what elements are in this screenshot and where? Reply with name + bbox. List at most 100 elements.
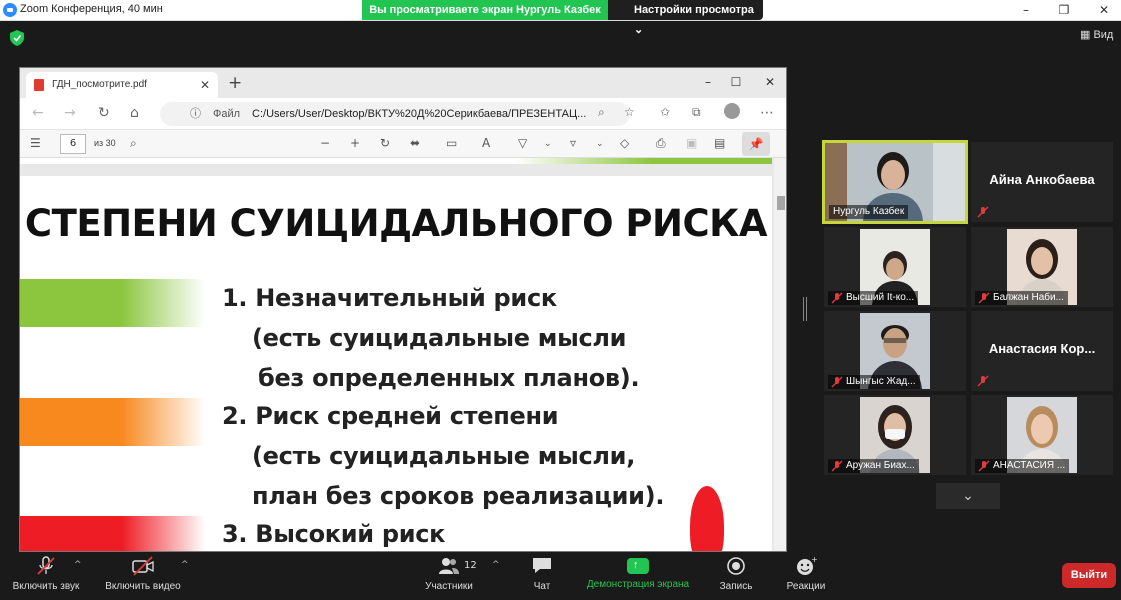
close-icon[interactable]: ✕: [1096, 2, 1112, 18]
pdf-file-icon: [34, 79, 44, 91]
home-icon[interactable]: ⌂: [130, 105, 139, 121]
red-risk-bar: [20, 516, 205, 551]
participant-tile-anastasia-kor[interactable]: Анастасия Кор...: [971, 311, 1113, 391]
pdf-scrollbar-thumb[interactable]: [777, 196, 785, 210]
participant-tile-shyngys[interactable]: Шынгыс Жад...: [824, 311, 966, 391]
pin-toolbar-icon[interactable]: 📌: [742, 132, 770, 156]
slide-line: (есть суицидальные мысли,: [252, 442, 636, 470]
start-video-button[interactable]: Включить видео: [100, 556, 186, 592]
new-tab-icon[interactable]: +: [228, 73, 242, 93]
reactions-button[interactable]: + Реакции: [782, 556, 830, 592]
address-input[interactable]: ⓘ Файл C:/Users/User/Desktop/ВКТУ%20Д%20Се…: [160, 102, 630, 126]
zoom-search-icon[interactable]: ⌕: [598, 105, 605, 120]
record-button[interactable]: Запись: [715, 556, 757, 592]
participant-name-tag: Шынгыс Жад...: [828, 375, 920, 389]
highlight-icon[interactable]: ▿: [570, 136, 576, 150]
screen-share-banner: Вы просматриваете экран Нургуль Казбек: [362, 0, 608, 20]
refresh-icon[interactable]: ↻: [98, 105, 110, 121]
zoom-title-bar: Zoom Конференция, 40 мин Вы просматривае…: [0, 0, 1121, 36]
eraser-icon[interactable]: ◇: [620, 136, 629, 150]
forward-icon[interactable]: →: [64, 105, 76, 121]
pdf-scrollbar[interactable]: [774, 158, 786, 551]
participant-tile-aruzhan[interactable]: Аружан Биах...: [824, 395, 966, 475]
restore-icon[interactable]: ❐: [1056, 2, 1072, 18]
add-favorite-icon[interactable]: ☆: [624, 105, 635, 119]
print-icon[interactable]: ⎙: [656, 136, 666, 151]
page-number-input[interactable]: 6: [60, 134, 86, 154]
rotate-icon[interactable]: ↻: [380, 136, 390, 150]
start-video-label: Включить видео: [105, 581, 181, 592]
save-icon[interactable]: ▣: [686, 136, 697, 150]
chat-button[interactable]: Чат: [524, 556, 560, 592]
unmute-button[interactable]: Включить звук: [8, 556, 84, 592]
more-menu-icon[interactable]: ⋯: [760, 105, 774, 121]
muted-mic-icon: [977, 375, 989, 387]
participant-tile-vysshiy[interactable]: Высший It-ко...: [824, 227, 966, 307]
save-as-icon[interactable]: ▤: [714, 136, 725, 150]
contents-icon[interactable]: ☰: [30, 136, 41, 150]
tab-title: ГДН_посмотрите.pdf: [52, 79, 147, 90]
participant-name: Шынгыс Жад...: [846, 376, 916, 387]
pdf-viewer: СТЕПЕНИ СУИЦИДАЛЬНОГО РИСКА 1. Незначите…: [20, 158, 786, 551]
participant-name: Нургуль Казбек: [829, 205, 909, 219]
pdf-page: СТЕПЕНИ СУИЦИДАЛЬНОГО РИСКА 1. Незначите…: [20, 176, 772, 551]
svg-text:+: +: [811, 556, 817, 564]
gallery-next-page-button[interactable]: ⌄: [936, 483, 1000, 509]
encryption-shield-icon[interactable]: [10, 30, 24, 46]
draw-dropdown-icon[interactable]: ⌄: [544, 139, 552, 149]
video-off-icon: [132, 556, 154, 576]
view-button[interactable]: ▦ Вид: [1080, 28, 1113, 41]
leave-meeting-button[interactable]: Выйти: [1062, 563, 1116, 588]
green-risk-bar: [20, 279, 205, 327]
page-total: из 30: [94, 138, 116, 148]
participant-name: Айна Анкобаева: [989, 172, 1095, 187]
browser-tab[interactable]: ГДН_посмотрите.pdf ✕: [26, 72, 218, 98]
muted-mic-icon: [977, 206, 989, 218]
muted-mic-icon: [831, 376, 843, 388]
video-options-caret-icon[interactable]: ^: [181, 560, 189, 570]
favorites-icon[interactable]: ✩: [660, 105, 670, 119]
participant-tile-aina[interactable]: Айна Анкобаева: [971, 142, 1113, 222]
muted-mic-icon: [831, 292, 843, 304]
shared-screen-window: ГДН_посмотрите.pdf ✕ + – ☐ ✕ ← → ↻ ⌂ ⓘ Фа…: [19, 67, 787, 552]
participant-name-tag: Аружан Биах...: [828, 459, 919, 473]
url-scheme-label: Файл: [213, 108, 241, 120]
back-icon[interactable]: ←: [32, 105, 44, 121]
view-settings-dropdown[interactable]: Настройки просмотра ⌄: [608, 0, 763, 36]
participant-name: Высший It-ко...: [846, 292, 915, 303]
fit-page-icon[interactable]: ⬌: [410, 136, 420, 150]
participant-name-tag: АНАСТАСИЯ ...: [975, 459, 1070, 473]
slide-title: СТЕПЕНИ СУИЦИДАЛЬНОГО РИСКА: [24, 202, 768, 245]
search-icon[interactable]: ⌕: [130, 136, 137, 151]
slide-line: 1. Незначительный риск: [222, 284, 557, 312]
audio-options-caret-icon[interactable]: ^: [74, 560, 82, 570]
muted-mic-icon: [978, 460, 990, 472]
share-screen-button[interactable]: ↑ Демонстрация экрана: [582, 556, 694, 590]
browser-close-icon[interactable]: ✕: [762, 74, 778, 90]
browser-minimize-icon[interactable]: –: [700, 74, 716, 90]
exclamation-mark-graphic: [690, 486, 724, 551]
participant-tile-anastasia[interactable]: АНАСТАСИЯ ...: [971, 395, 1113, 475]
record-label: Запись: [719, 581, 753, 592]
browser-maximize-icon[interactable]: ☐: [728, 74, 744, 90]
participant-tile-balzhan[interactable]: Балжан Наби...: [971, 227, 1113, 307]
participant-tile-nurgul[interactable]: Нургуль Казбек: [822, 140, 968, 224]
page-view-icon[interactable]: ▭: [446, 136, 457, 150]
minimize-icon[interactable]: –: [1018, 2, 1034, 18]
zoom-out-icon[interactable]: −: [320, 136, 330, 150]
draw-icon[interactable]: ▽: [518, 136, 527, 150]
muted-mic-icon: [831, 460, 843, 472]
zoom-in-icon[interactable]: +: [350, 136, 360, 150]
split-view-handle[interactable]: [803, 297, 807, 321]
view-settings-label: Настройки просмотра: [634, 4, 754, 16]
share-screen-icon: ↑: [627, 558, 649, 574]
participants-options-caret-icon[interactable]: ^: [492, 560, 500, 570]
participant-name: АНАСТАСИЯ ...: [993, 460, 1066, 471]
participant-name: Аружан Биах...: [846, 460, 915, 471]
share-screen-label: Демонстрация экрана: [586, 579, 690, 590]
highlight-dropdown-icon[interactable]: ⌄: [596, 139, 604, 149]
collections-icon[interactable]: ⧉: [692, 105, 701, 120]
read-aloud-icon[interactable]: A: [482, 136, 490, 150]
close-tab-icon[interactable]: ✕: [200, 72, 210, 98]
profile-avatar[interactable]: [724, 103, 740, 119]
